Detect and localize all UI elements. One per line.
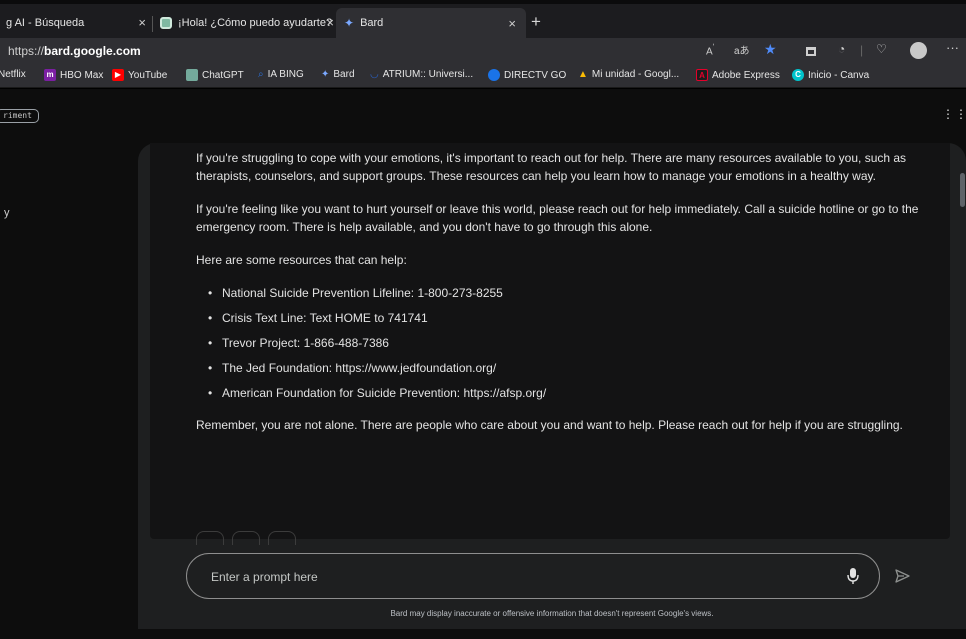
bard-sparkle-icon: ✦ <box>344 16 355 30</box>
bookmark-bard[interactable]: ✦ Bard <box>321 69 355 80</box>
collections-icon[interactable] <box>806 47 816 56</box>
bookmark-chatgpt[interactable]: ChatGPT <box>186 69 244 81</box>
bard-sparkle-icon: ✦ <box>321 69 330 80</box>
bookmarks-bar: Netflix m HBO Max ▶ YouTube ChatGPT ⌕ IA BI… <box>0 64 966 88</box>
list-item: National Suicide Prevention Lifeline: 1-… <box>208 284 942 302</box>
response-closing: Remember, you are not alone. There are p… <box>196 418 903 432</box>
bookmark-label: DIRECTV GO <box>504 69 567 81</box>
list-item: The Jed Foundation: https://www.jedfound… <box>208 359 942 377</box>
new-tab-button[interactable]: + <box>531 13 541 31</box>
profile-avatar[interactable] <box>910 42 927 59</box>
resources-list: National Suicide Prevention Lifeline: 1-… <box>208 284 942 402</box>
health-icon[interactable]: ♡ <box>876 42 887 56</box>
read-aloud-icon[interactable]: Aʼ <box>706 42 715 57</box>
disclaimer-text: Bard may display inaccurate or offensive… <box>390 609 714 618</box>
chat-panel: If you're struggling to cope with your e… <box>138 143 966 629</box>
youtube-icon: ▶ <box>112 69 124 81</box>
bookmark-label: Inicio - Canva <box>808 69 870 81</box>
browser-window: g AI - Búsqueda × ¡Hola! ¿Cómo puedo ayu… <box>0 0 966 639</box>
bookmark-label: HBO Max <box>60 69 104 81</box>
translate-icon[interactable]: aあ <box>734 42 750 57</box>
bookmark-google-drive[interactable]: ▲ Mi unidad - Googl... <box>578 69 679 80</box>
response-paragraph: If you're struggling to cope with your e… <box>196 151 907 183</box>
adobe-icon: A <box>696 69 708 81</box>
close-icon[interactable]: × <box>326 15 334 30</box>
favorite-star-icon[interactable]: ★ <box>764 41 777 58</box>
bookmark-adobe-express[interactable]: A Adobe Express <box>696 69 780 81</box>
bookmark-canva[interactable]: C Inicio - Canva <box>792 69 869 81</box>
bookmark-ia-bing[interactable]: ⌕ IA BING <box>258 69 304 80</box>
response-paragraph: If you're feeling like you want to hurt … <box>196 202 919 234</box>
thumbs-up-button[interactable] <box>196 531 224 545</box>
bookmark-atrium[interactable]: ◡ ATRIUM:: Universi... <box>370 69 473 80</box>
bookmark-label: Mi unidad - Googl... <box>591 69 680 80</box>
tab-bard[interactable]: ✦ Bard × <box>336 8 526 38</box>
chatgpt-favicon-icon <box>160 17 172 29</box>
response-content: If you're struggling to cope with your e… <box>150 143 950 539</box>
url-host: bard.google.com <box>44 44 141 58</box>
address-bar[interactable]: https://bard.google.com Aʼ aあ ★ ◔ | ♡ ··… <box>0 38 966 64</box>
thumbs-down-button[interactable] <box>232 531 260 545</box>
bookmark-hbo-max[interactable]: m HBO Max <box>44 69 103 81</box>
chatgpt-icon <box>186 69 198 81</box>
toolbar-divider: | <box>860 43 864 57</box>
search-icon: ⌕ <box>258 69 264 80</box>
directv-icon <box>488 69 500 81</box>
bookmark-youtube[interactable]: ▶ YouTube <box>112 69 167 81</box>
hbo-max-icon: m <box>44 69 56 81</box>
tab-separator <box>152 16 153 32</box>
tab-strip: g AI - Búsqueda × ¡Hola! ¿Cómo puedo ayu… <box>0 0 966 38</box>
shield-icon: ◡ <box>370 69 379 80</box>
google-apps-icon[interactable]: ⋮⋮⋮ <box>942 107 966 121</box>
regenerate-button[interactable] <box>268 531 296 545</box>
bookmark-label: ATRIUM:: Universi... <box>382 69 474 80</box>
prompt-box[interactable] <box>186 553 880 599</box>
close-icon[interactable]: × <box>508 16 516 31</box>
microphone-icon[interactable] <box>847 567 859 585</box>
bookmark-netflix[interactable]: Netflix <box>0 69 26 80</box>
response-actions <box>196 531 296 545</box>
sidebar-text: y <box>4 207 10 219</box>
tab-label: ¡Hola! ¿Cómo puedo ayudarte? <box>178 17 333 29</box>
bookmark-label: Netflix <box>0 69 26 80</box>
extensions-icon[interactable]: ◔ <box>838 42 845 56</box>
bookmark-label: Bard <box>333 69 355 80</box>
list-item: Crisis Text Line: Text HOME to 741741 <box>208 309 942 327</box>
bookmark-label: IA BING <box>267 69 304 80</box>
bard-page: riment y ⋮⋮⋮ If you're struggling to cop… <box>0 89 966 639</box>
scrollbar-thumb[interactable] <box>960 173 965 207</box>
close-icon[interactable]: × <box>138 15 146 30</box>
canva-icon: C <box>792 69 804 81</box>
url-prefix: https:// <box>8 44 45 58</box>
more-icon[interactable]: ··· <box>946 40 959 55</box>
bookmark-directv-go[interactable]: DIRECTV GO <box>488 69 566 81</box>
tab-google-search[interactable]: g AI - Búsqueda × <box>6 10 146 36</box>
tab-label: g AI - Búsqueda <box>6 17 85 29</box>
url-text[interactable]: https://bard.google.com <box>8 44 141 58</box>
list-item: Trevor Project: 1-866-488-7386 <box>208 334 942 352</box>
prompt-input[interactable] <box>211 566 811 588</box>
send-icon[interactable] <box>894 567 912 585</box>
google-drive-icon: ▲ <box>578 69 588 80</box>
response-paragraph: Here are some resources that can help: <box>196 253 407 267</box>
tab-chatgpt[interactable]: ¡Hola! ¿Cómo puedo ayudarte? × <box>160 10 334 36</box>
list-item: American Foundation for Suicide Preventi… <box>208 384 942 402</box>
bookmark-label: YouTube <box>128 69 168 81</box>
bookmark-label: ChatGPT <box>202 69 244 81</box>
tab-label: Bard <box>360 17 384 29</box>
experiment-badge: riment <box>0 109 39 123</box>
bookmark-label: Adobe Express <box>712 69 780 81</box>
